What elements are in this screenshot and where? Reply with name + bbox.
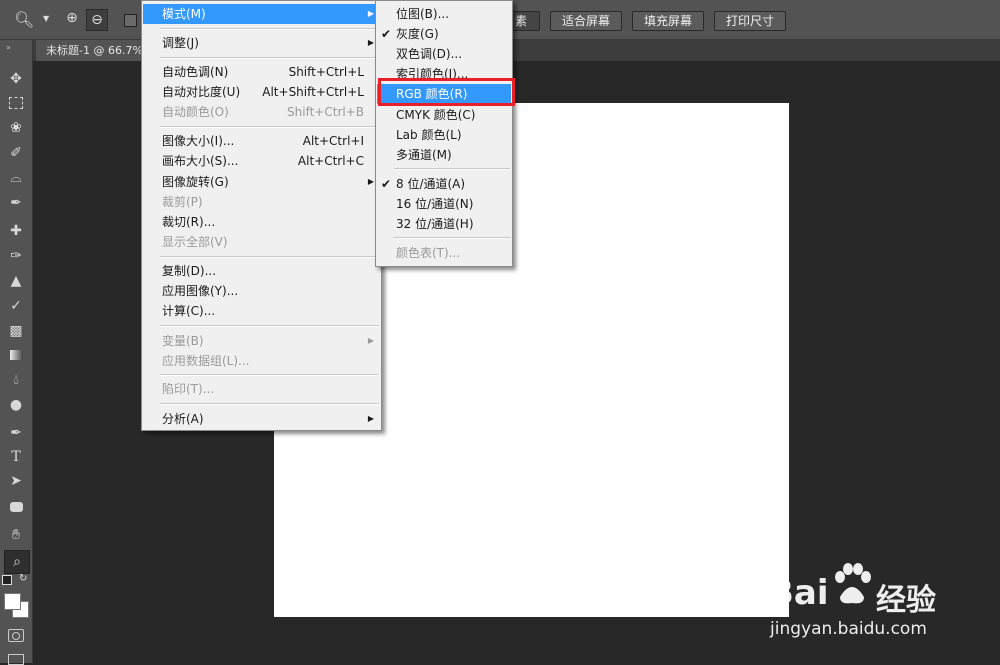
menu-item-auto-color: 自动颜色(O) Shift+Ctrl+B <box>162 105 364 119</box>
menu-item-trim[interactable]: 裁切(R)... <box>143 212 380 232</box>
watermark-url: jingyan.baidu.com <box>770 619 927 639</box>
clone-stamp-tool-icon[interactable]: ▲ <box>4 270 28 292</box>
dodge-tool-icon[interactable]: ● <box>4 394 28 416</box>
menu-item-canvas-size[interactable]: 画布大小(S)... Alt+Ctrl+C <box>143 151 380 171</box>
marquee-tool-icon[interactable] <box>4 92 28 114</box>
annotation-highlight-box <box>378 78 515 106</box>
hand-tool-icon[interactable]: ✋︎ <box>4 524 28 546</box>
menu-item-auto-tone[interactable]: 自动色调(N) Shift+Ctrl+L <box>143 62 380 82</box>
type-tool-icon[interactable]: T <box>4 446 28 468</box>
menu-item-analysis[interactable]: 分析(A) ▶ <box>143 409 380 429</box>
menu-item-lab-color[interactable]: Lab 颜色(L) <box>377 125 511 145</box>
zoom-out-icon[interactable]: ⊖ <box>86 9 108 31</box>
brush-tool-icon[interactable]: ✑ <box>4 245 28 267</box>
checkmark-icon: ✔ <box>381 177 392 191</box>
fit-screen-button[interactable]: 适合屏幕 <box>550 11 622 31</box>
menu-item-multichannel[interactable]: 多通道(M) <box>377 145 511 165</box>
submenu-arrow-icon: ▶ <box>367 177 374 186</box>
menu-item-color-table: 颜色表(T)... <box>396 246 461 260</box>
menu-item-cmyk-color[interactable]: CMYK 颜色(C) <box>377 105 511 125</box>
document-tab[interactable]: 未标题-1 @ 66.7% <box>36 40 146 61</box>
menu-item-image-size[interactable]: 图像大小(I)... Alt+Ctrl+I <box>143 131 380 151</box>
eyedropper-tool-icon[interactable]: ✒ <box>4 192 28 214</box>
lasso-tool-icon[interactable]: ❀ <box>4 117 28 139</box>
crop-tool-icon[interactable]: ⌓ <box>4 167 28 189</box>
checkmark-icon: ✔ <box>381 27 392 41</box>
menu-item-grayscale[interactable]: ✔ 灰度(G) <box>377 24 511 44</box>
move-tool-icon[interactable]: ✥ <box>4 68 28 90</box>
menu-item-apply-image[interactable]: 应用图像(Y)... <box>143 281 380 301</box>
menu-item-bitmap[interactable]: 位图(B)... <box>377 4 511 24</box>
menu-item-image-rotation[interactable]: 图像旋转(G) ▶ <box>143 172 380 192</box>
submenu-arrow-icon: ▶ <box>367 38 374 47</box>
menu-item-variables: 变量(B) ▶ <box>143 331 380 351</box>
collapse-panel-icon[interactable]: » <box>6 43 11 52</box>
paw-logo-icon <box>832 563 872 607</box>
menu-item-apply-dataset: 应用数据组(L)... <box>162 354 250 368</box>
submenu-arrow-icon: ▶ <box>367 9 374 18</box>
shape-tool-icon[interactable] <box>4 496 28 518</box>
menu-item-mode[interactable]: 模式(M) ▶ <box>143 4 380 24</box>
swap-colors-icon[interactable]: ↻ <box>19 573 27 584</box>
menu-item-reveal-all: 显示全部(V) <box>162 235 228 249</box>
tools-panel: » ✥ ❀ ✐ ⌓ ✒ ✚ ✑ ▲ ✓ ▩ 💧︎ ● ✒ T ➤ ✋︎ ⌕ ↻ <box>0 40 33 665</box>
fill-screen-button[interactable]: 填充屏幕 <box>632 11 704 31</box>
menu-item-crop: 裁剪(P) <box>162 195 203 209</box>
menu-item-8-bit[interactable]: ✔ 8 位/通道(A) <box>377 174 511 194</box>
submenu-arrow-icon: ▶ <box>367 414 374 423</box>
resize-windows-checkbox[interactable] <box>124 14 137 27</box>
submenu-arrow-icon: ▶ <box>367 336 374 345</box>
menu-item-indexed-color[interactable]: 索引颜色(I)... <box>377 64 511 79</box>
watermark-brand-suffix: 经验 <box>876 583 936 618</box>
gradient-tool-icon[interactable] <box>4 344 28 366</box>
zoom-in-icon[interactable]: ⊕ <box>63 10 81 28</box>
mode-submenu: 位图(B)... ✔ 灰度(G) 双色调(D)... 索引颜色(I)... RGB… <box>375 0 513 267</box>
blur-tool-icon[interactable]: 💧︎ <box>4 369 28 391</box>
menu-item-16-bit[interactable]: 16 位/通道(N) <box>377 194 511 214</box>
pen-tool-icon[interactable]: ✒ <box>4 422 28 444</box>
zoom-tool-icon[interactable]: 🔍︎ <box>14 10 34 29</box>
eraser-tool-icon[interactable]: ▩ <box>4 320 28 342</box>
screen-mode-icon[interactable] <box>8 654 24 665</box>
watermark-brand: Bai <box>768 573 829 613</box>
zoom-tool-selected-icon[interactable]: ⌕ <box>4 550 30 574</box>
menu-item-trap: 陷印(T)... <box>162 382 215 396</box>
menu-item-auto-contrast[interactable]: 自动对比度(U) Alt+Shift+Ctrl+L <box>143 82 380 102</box>
baidu-jingyan-watermark: Bai 经验 jingyan.baidu.com <box>768 555 988 655</box>
menu-item-duplicate[interactable]: 复制(D)... <box>143 261 380 281</box>
quick-selection-tool-icon[interactable]: ✐ <box>4 142 28 164</box>
menu-item-32-bit[interactable]: 32 位/通道(H) <box>377 214 511 234</box>
image-menu: 模式(M) ▶ 调整(J) ▶ 自动色调(N) Shift+Ctrl+L 自动对比度(… <box>141 0 382 431</box>
tool-preset-dropdown-icon[interactable]: ▼ <box>43 14 49 23</box>
menu-item-duotone[interactable]: 双色调(D)... <box>377 44 511 64</box>
quick-mask-icon[interactable] <box>8 629 24 642</box>
default-colors-icon[interactable] <box>2 575 12 585</box>
print-size-button[interactable]: 打印尺寸 <box>714 11 786 31</box>
history-brush-tool-icon[interactable]: ✓ <box>4 295 28 317</box>
path-selection-tool-icon[interactable]: ➤ <box>4 470 28 492</box>
menu-item-calculations[interactable]: 计算(C)... <box>143 301 380 321</box>
healing-brush-tool-icon[interactable]: ✚ <box>4 220 28 242</box>
foreground-color-swatch[interactable] <box>4 593 21 610</box>
menu-item-adjust[interactable]: 调整(J) ▶ <box>143 33 380 53</box>
